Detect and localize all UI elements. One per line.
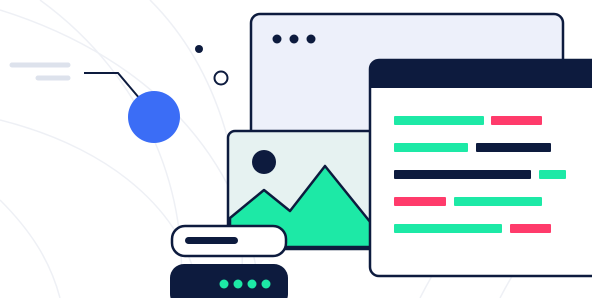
background-arc (39, 0, 183, 298)
blue-dot (128, 91, 180, 143)
code-line (491, 116, 542, 125)
code-line (394, 197, 446, 206)
window-dot (272, 34, 282, 44)
server-rack-icon (170, 224, 288, 298)
code-line (394, 143, 468, 152)
code-line (394, 224, 502, 233)
code-line (539, 170, 566, 179)
code-line (394, 170, 531, 179)
server-slot (185, 237, 238, 244)
hero-illustration (0, 0, 592, 298)
server-led (233, 279, 243, 289)
server-led (261, 279, 271, 289)
code-window-icon (368, 58, 592, 278)
code-line (394, 116, 484, 125)
code-window-header (370, 60, 592, 88)
server-led (219, 279, 229, 289)
speed-lines (9, 62, 71, 81)
small-ring (213, 70, 229, 86)
server-unit-bottom (170, 264, 288, 298)
sun-icon (252, 150, 276, 174)
background-arc (0, 199, 61, 298)
background-arc (0, 119, 201, 298)
server-led (247, 279, 257, 289)
window-dot (289, 34, 299, 44)
illustration-canvas (0, 0, 592, 298)
code-line (476, 143, 551, 152)
window-dot (306, 34, 316, 44)
small-dot (195, 45, 203, 53)
code-line (454, 197, 542, 206)
code-line (510, 224, 551, 233)
